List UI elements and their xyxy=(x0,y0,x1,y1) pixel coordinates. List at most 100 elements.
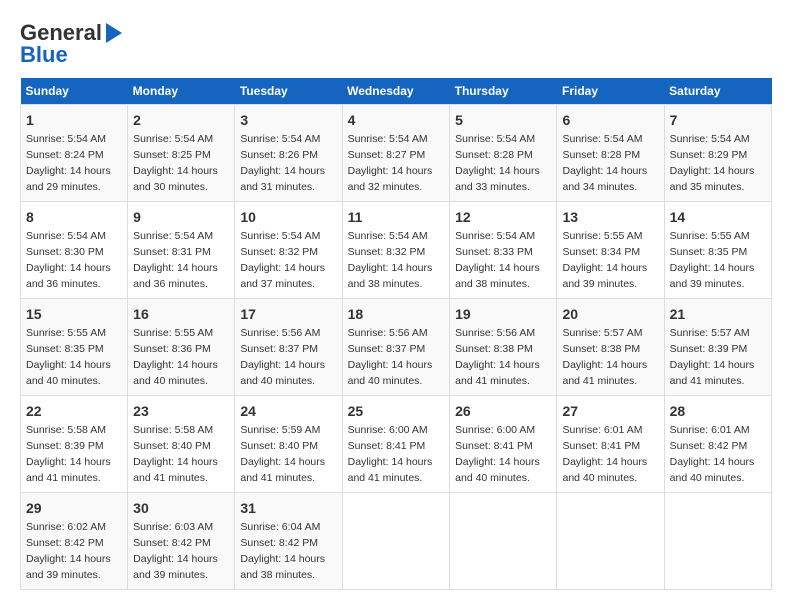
day-number: 14 xyxy=(670,207,766,227)
day-number: 28 xyxy=(670,401,766,421)
calendar-cell: 14 Sunrise: 5:55 AMSunset: 8:35 PMDayligh… xyxy=(664,202,771,299)
calendar-cell: 28 Sunrise: 6:01 AMSunset: 8:42 PMDayligh… xyxy=(664,396,771,493)
logo-blue: Blue xyxy=(20,42,68,68)
column-header-friday: Friday xyxy=(557,78,664,105)
calendar-week-row: 8 Sunrise: 5:54 AMSunset: 8:30 PMDaylight… xyxy=(21,202,772,299)
header: General Blue xyxy=(20,20,772,68)
calendar-cell: 11 Sunrise: 5:54 AMSunset: 8:32 PMDayligh… xyxy=(342,202,450,299)
calendar-week-row: 15 Sunrise: 5:55 AMSunset: 8:35 PMDayligh… xyxy=(21,299,772,396)
day-info: Sunrise: 5:54 AMSunset: 8:32 PMDaylight:… xyxy=(348,230,433,290)
day-info: Sunrise: 5:54 AMSunset: 8:28 PMDaylight:… xyxy=(562,133,647,193)
calendar-cell: 21Sunrise: 5:57 AMSunset: 8:39 PMDayligh… xyxy=(664,299,771,396)
day-number: 21 xyxy=(670,304,766,324)
calendar-cell xyxy=(450,493,557,590)
day-info: Sunrise: 5:54 AMSunset: 8:30 PMDaylight:… xyxy=(26,230,111,290)
day-number: 27 xyxy=(562,401,658,421)
day-info: Sunrise: 6:00 AMSunset: 8:41 PMDaylight:… xyxy=(455,424,540,484)
calendar-cell: 26 Sunrise: 6:00 AMSunset: 8:41 PMDayligh… xyxy=(450,396,557,493)
day-info: Sunrise: 5:55 AMSunset: 8:34 PMDaylight:… xyxy=(562,230,647,290)
day-info: Sunrise: 5:56 AMSunset: 8:37 PMDaylight:… xyxy=(240,327,325,387)
day-info: Sunrise: 6:01 AMSunset: 8:42 PMDaylight:… xyxy=(670,424,755,484)
day-number: 13 xyxy=(562,207,658,227)
day-number: 6 xyxy=(562,110,658,130)
day-number: 22 xyxy=(26,401,122,421)
calendar-cell: 30 Sunrise: 6:03 AMSunset: 8:42 PMDayligh… xyxy=(128,493,235,590)
day-number: 7 xyxy=(670,110,766,130)
column-header-sunday: Sunday xyxy=(21,78,128,105)
day-info: Sunrise: 6:03 AMSunset: 8:42 PMDaylight:… xyxy=(133,521,218,581)
calendar-cell: 23 Sunrise: 5:58 AMSunset: 8:40 PMDayligh… xyxy=(128,396,235,493)
day-number: 16 xyxy=(133,304,229,324)
day-number: 20 xyxy=(562,304,658,324)
day-info: Sunrise: 6:01 AMSunset: 8:41 PMDaylight:… xyxy=(562,424,647,484)
calendar-cell: 19Sunrise: 5:56 AMSunset: 8:38 PMDayligh… xyxy=(450,299,557,396)
calendar-cell: 25 Sunrise: 6:00 AMSunset: 8:41 PMDayligh… xyxy=(342,396,450,493)
day-number: 25 xyxy=(348,401,445,421)
day-number: 18 xyxy=(348,304,445,324)
column-header-thursday: Thursday xyxy=(450,78,557,105)
calendar-cell: 13 Sunrise: 5:55 AMSunset: 8:34 PMDayligh… xyxy=(557,202,664,299)
day-info: Sunrise: 5:54 AMSunset: 8:29 PMDaylight:… xyxy=(670,133,755,193)
calendar-cell xyxy=(664,493,771,590)
day-info: Sunrise: 5:54 AMSunset: 8:24 PMDaylight:… xyxy=(26,133,111,193)
calendar-cell: 15 Sunrise: 5:55 AMSunset: 8:35 PMDayligh… xyxy=(21,299,128,396)
day-number: 17 xyxy=(240,304,336,324)
day-info: Sunrise: 5:55 AMSunset: 8:35 PMDaylight:… xyxy=(670,230,755,290)
day-info: Sunrise: 5:56 AMSunset: 8:38 PMDaylight:… xyxy=(455,327,540,387)
calendar-cell: 22 Sunrise: 5:58 AMSunset: 8:39 PMDayligh… xyxy=(21,396,128,493)
calendar-cell: 31 Sunrise: 6:04 AMSunset: 8:42 PMDayligh… xyxy=(235,493,342,590)
calendar-cell: 8 Sunrise: 5:54 AMSunset: 8:30 PMDaylight… xyxy=(21,202,128,299)
day-info: Sunrise: 5:55 AMSunset: 8:36 PMDaylight:… xyxy=(133,327,218,387)
day-number: 8 xyxy=(26,207,122,227)
day-info: Sunrise: 5:58 AMSunset: 8:39 PMDaylight:… xyxy=(26,424,111,484)
calendar-cell xyxy=(557,493,664,590)
logo: General Blue xyxy=(20,20,122,68)
day-number: 24 xyxy=(240,401,336,421)
day-number: 1 xyxy=(26,110,122,130)
day-info: Sunrise: 5:59 AMSunset: 8:40 PMDaylight:… xyxy=(240,424,325,484)
calendar-cell: 6 Sunrise: 5:54 AMSunset: 8:28 PMDaylight… xyxy=(557,105,664,202)
calendar-header-row: SundayMondayTuesdayWednesdayThursdayFrid… xyxy=(21,78,772,105)
column-header-monday: Monday xyxy=(128,78,235,105)
day-info: Sunrise: 5:58 AMSunset: 8:40 PMDaylight:… xyxy=(133,424,218,484)
day-number: 15 xyxy=(26,304,122,324)
calendar-cell: 12 Sunrise: 5:54 AMSunset: 8:33 PMDayligh… xyxy=(450,202,557,299)
day-info: Sunrise: 5:54 AMSunset: 8:31 PMDaylight:… xyxy=(133,230,218,290)
calendar-week-row: 22 Sunrise: 5:58 AMSunset: 8:39 PMDayligh… xyxy=(21,396,772,493)
calendar-cell: 2Sunrise: 5:54 AMSunset: 8:25 PMDaylight… xyxy=(128,105,235,202)
day-info: Sunrise: 5:57 AMSunset: 8:38 PMDaylight:… xyxy=(562,327,647,387)
calendar-cell: 3Sunrise: 5:54 AMSunset: 8:26 PMDaylight… xyxy=(235,105,342,202)
day-number: 12 xyxy=(455,207,551,227)
day-info: Sunrise: 6:04 AMSunset: 8:42 PMDaylight:… xyxy=(240,521,325,581)
calendar-week-row: 1 Sunrise: 5:54 AMSunset: 8:24 PMDaylight… xyxy=(21,105,772,202)
calendar-cell: 24 Sunrise: 5:59 AMSunset: 8:40 PMDayligh… xyxy=(235,396,342,493)
day-info: Sunrise: 5:54 AMSunset: 8:33 PMDaylight:… xyxy=(455,230,540,290)
calendar-cell: 9 Sunrise: 5:54 AMSunset: 8:31 PMDaylight… xyxy=(128,202,235,299)
day-number: 2 xyxy=(133,110,229,130)
calendar-cell: 7 Sunrise: 5:54 AMSunset: 8:29 PMDaylight… xyxy=(664,105,771,202)
day-number: 26 xyxy=(455,401,551,421)
day-info: Sunrise: 5:55 AMSunset: 8:35 PMDaylight:… xyxy=(26,327,111,387)
column-header-tuesday: Tuesday xyxy=(235,78,342,105)
column-header-wednesday: Wednesday xyxy=(342,78,450,105)
calendar-cell: 17 Sunrise: 5:56 AMSunset: 8:37 PMDayligh… xyxy=(235,299,342,396)
logo-arrow-icon xyxy=(106,23,122,43)
calendar-cell: 20 Sunrise: 5:57 AMSunset: 8:38 PMDayligh… xyxy=(557,299,664,396)
day-info: Sunrise: 6:00 AMSunset: 8:41 PMDaylight:… xyxy=(348,424,433,484)
calendar-cell: 18 Sunrise: 5:56 AMSunset: 8:37 PMDayligh… xyxy=(342,299,450,396)
day-number: 23 xyxy=(133,401,229,421)
day-number: 9 xyxy=(133,207,229,227)
calendar-cell: 1 Sunrise: 5:54 AMSunset: 8:24 PMDaylight… xyxy=(21,105,128,202)
day-number: 31 xyxy=(240,498,336,518)
day-info: Sunrise: 5:54 AMSunset: 8:28 PMDaylight:… xyxy=(455,133,540,193)
day-number: 4 xyxy=(348,110,445,130)
day-number: 10 xyxy=(240,207,336,227)
calendar-cell: 4Sunrise: 5:54 AMSunset: 8:27 PMDaylight… xyxy=(342,105,450,202)
day-info: Sunrise: 5:56 AMSunset: 8:37 PMDaylight:… xyxy=(348,327,433,387)
calendar-week-row: 29Sunrise: 6:02 AMSunset: 8:42 PMDayligh… xyxy=(21,493,772,590)
calendar-cell: 27 Sunrise: 6:01 AMSunset: 8:41 PMDayligh… xyxy=(557,396,664,493)
day-number: 11 xyxy=(348,207,445,227)
day-number: 29 xyxy=(26,498,122,518)
day-number: 30 xyxy=(133,498,229,518)
calendar-cell xyxy=(342,493,450,590)
